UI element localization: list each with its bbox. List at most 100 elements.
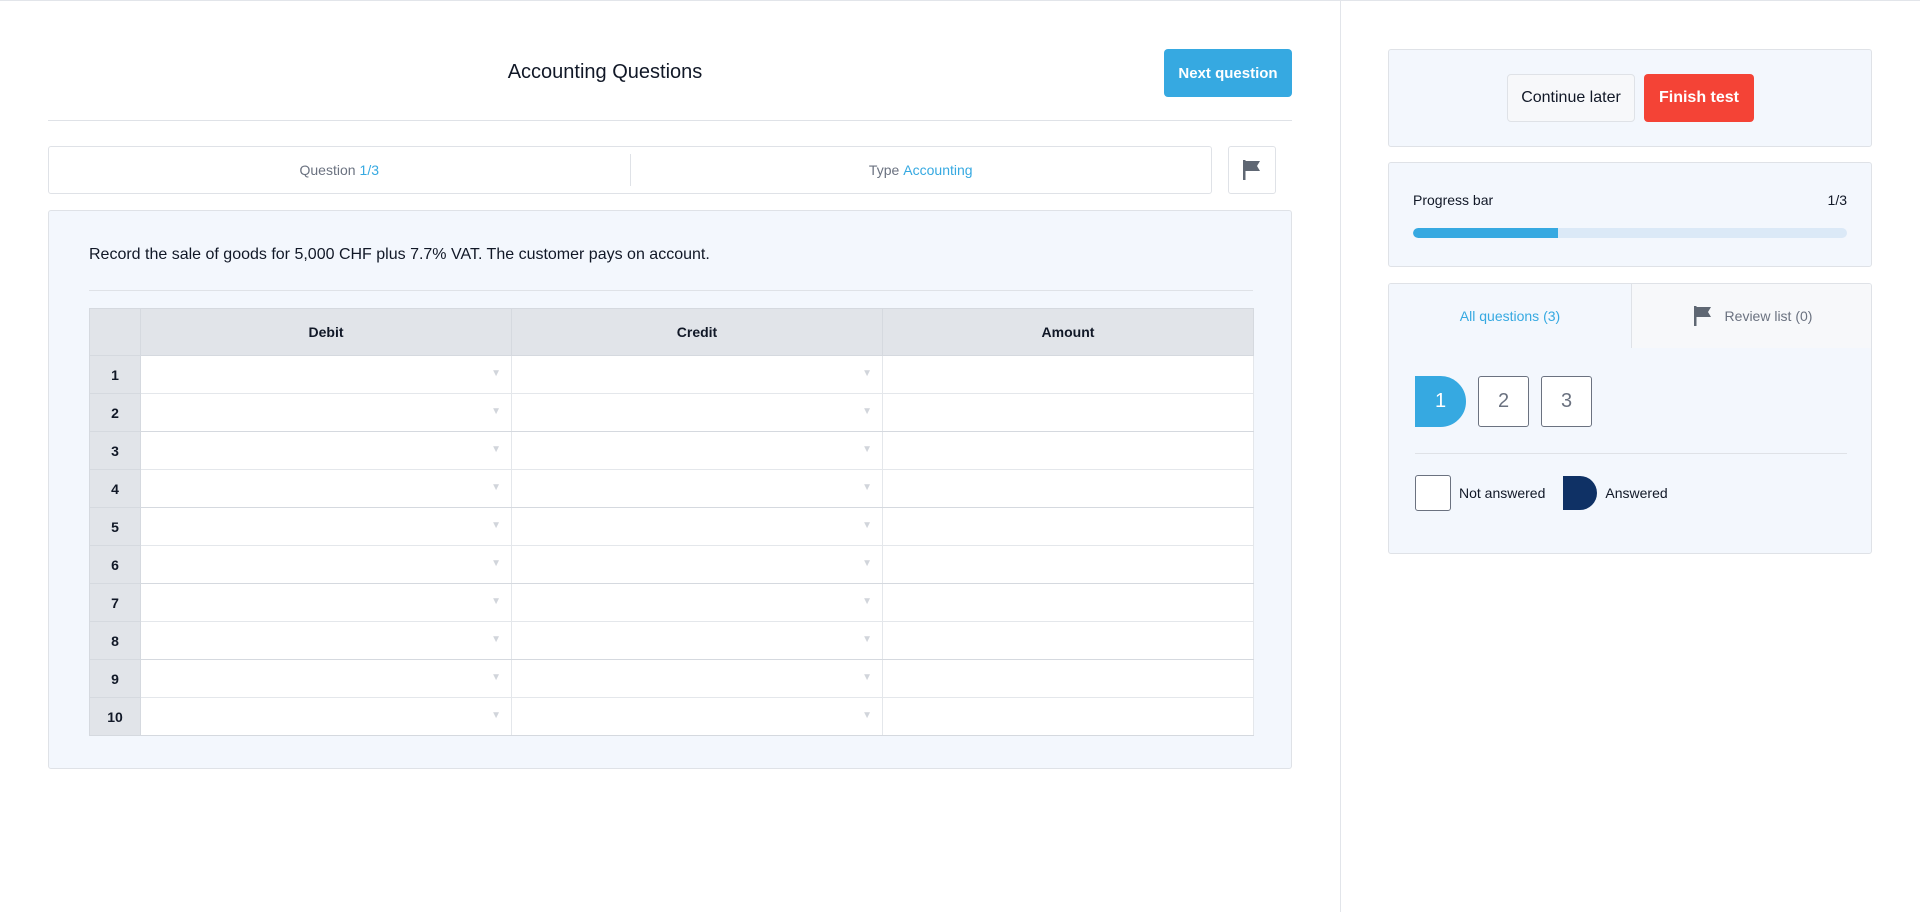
row-number: 8 xyxy=(89,621,141,660)
credit-select[interactable]: ▼ xyxy=(511,393,883,432)
row-number: 10 xyxy=(89,697,141,736)
table-row: 3 ▼ ▼ xyxy=(89,431,1254,470)
table-row: 8 ▼ ▼ xyxy=(89,621,1254,660)
chevron-down-icon: ▼ xyxy=(862,634,872,645)
row-number: 3 xyxy=(89,431,141,470)
amount-input[interactable] xyxy=(882,583,1254,622)
flag-icon xyxy=(1693,305,1713,327)
debit-select[interactable]: ▼ xyxy=(140,545,512,584)
row-number: 4 xyxy=(89,469,141,508)
table-row: 7 ▼ ▼ xyxy=(89,583,1254,622)
chevron-down-icon: ▼ xyxy=(862,368,872,379)
credit-select[interactable]: ▼ xyxy=(511,621,883,660)
credit-select[interactable]: ▼ xyxy=(511,507,883,546)
debit-select[interactable]: ▼ xyxy=(140,583,512,622)
journal-entry-table: Debit Credit Amount 1 ▼ ▼ 2 ▼ ▼ 3 ▼ ▼ 4 … xyxy=(89,308,1254,736)
chevron-down-icon: ▼ xyxy=(491,710,501,721)
type-label: Type xyxy=(868,162,900,178)
debit-select[interactable]: ▼ xyxy=(140,355,512,394)
chevron-down-icon: ▼ xyxy=(862,596,872,607)
flag-question-button[interactable] xyxy=(1228,146,1276,194)
progress-label: Progress bar xyxy=(1413,192,1494,208)
debit-select[interactable]: ▼ xyxy=(140,469,512,508)
amount-input[interactable] xyxy=(882,507,1254,546)
type-value: Accounting xyxy=(903,162,973,178)
column-header-credit: Credit xyxy=(511,308,883,356)
sidebar: Continue later Finish test Progress bar … xyxy=(1388,0,1872,912)
status-legend: Not answered Answered xyxy=(1415,475,1668,511)
progress-count: 1/3 xyxy=(1827,192,1847,208)
debit-select[interactable]: ▼ xyxy=(140,431,512,470)
page-title: Accounting Questions xyxy=(507,61,703,83)
chevron-down-icon: ▼ xyxy=(491,406,501,417)
credit-select[interactable]: ▼ xyxy=(511,697,883,736)
question-nav-item-2[interactable]: 2 xyxy=(1478,376,1529,427)
question-panel: Record the sale of goods for 5,000 CHF p… xyxy=(48,210,1292,769)
amount-input[interactable] xyxy=(882,621,1254,660)
question-label: Question xyxy=(299,162,356,178)
progress-panel: Progress bar 1/3 xyxy=(1388,162,1872,267)
row-number: 6 xyxy=(89,545,141,584)
main-content: Accounting Questions Next question Quest… xyxy=(48,0,1292,912)
test-actions-panel: Continue later Finish test xyxy=(1388,49,1872,147)
chevron-down-icon: ▼ xyxy=(862,672,872,683)
debit-select[interactable]: ▼ xyxy=(140,697,512,736)
question-navigator-panel: All questions (3) Review list (0) 1 2 3 … xyxy=(1388,283,1872,554)
navigator-divider xyxy=(1415,453,1847,454)
question-number-list: 1 2 3 xyxy=(1415,376,1592,427)
amount-input[interactable] xyxy=(882,393,1254,432)
sidebar-divider xyxy=(1340,0,1341,912)
credit-select[interactable]: ▼ xyxy=(511,355,883,394)
amount-input[interactable] xyxy=(882,659,1254,698)
tab-review-list-label: Review list (0) xyxy=(1724,308,1813,324)
amount-input[interactable] xyxy=(882,355,1254,394)
chevron-down-icon: ▼ xyxy=(491,520,501,531)
chevron-down-icon: ▼ xyxy=(491,634,501,645)
row-number: 1 xyxy=(89,355,141,394)
question-type: Type Accounting xyxy=(631,147,1212,193)
next-question-button[interactable]: Next question xyxy=(1164,49,1292,97)
amount-input[interactable] xyxy=(882,431,1254,470)
row-number-header xyxy=(89,308,141,356)
column-header-debit: Debit xyxy=(140,308,512,356)
amount-input[interactable] xyxy=(882,545,1254,584)
tab-all-questions[interactable]: All questions (3) xyxy=(1389,284,1631,348)
row-number: 9 xyxy=(89,659,141,698)
credit-select[interactable]: ▼ xyxy=(511,583,883,622)
chevron-down-icon: ▼ xyxy=(862,520,872,531)
table-row: 5 ▼ ▼ xyxy=(89,507,1254,546)
progress-bar-fill xyxy=(1413,228,1558,238)
question-info-bar: Question 1/3 Type Accounting xyxy=(48,146,1212,194)
chevron-down-icon: ▼ xyxy=(862,406,872,417)
row-number: 5 xyxy=(89,507,141,546)
navigator-tabs: All questions (3) Review list (0) xyxy=(1389,284,1871,348)
chevron-down-icon: ▼ xyxy=(491,596,501,607)
debit-select[interactable]: ▼ xyxy=(140,507,512,546)
table-row: 9 ▼ ▼ xyxy=(89,659,1254,698)
debit-select[interactable]: ▼ xyxy=(140,393,512,432)
row-number: 2 xyxy=(89,393,141,432)
header: Accounting Questions Next question xyxy=(48,49,1292,121)
question-nav-item-1[interactable]: 1 xyxy=(1415,376,1466,427)
table-row: 10 ▼ ▼ xyxy=(89,697,1254,736)
column-header-amount: Amount xyxy=(882,308,1254,356)
debit-select[interactable]: ▼ xyxy=(140,659,512,698)
finish-test-button[interactable]: Finish test xyxy=(1644,74,1754,122)
debit-select[interactable]: ▼ xyxy=(140,621,512,660)
table-row: 6 ▼ ▼ xyxy=(89,545,1254,584)
credit-select[interactable]: ▼ xyxy=(511,431,883,470)
chevron-down-icon: ▼ xyxy=(862,444,872,455)
amount-input[interactable] xyxy=(882,697,1254,736)
credit-select[interactable]: ▼ xyxy=(511,469,883,508)
chevron-down-icon: ▼ xyxy=(862,558,872,569)
question-nav-item-3[interactable]: 3 xyxy=(1541,376,1592,427)
not-answered-label: Not answered xyxy=(1459,485,1546,501)
progress-bar xyxy=(1413,228,1847,238)
tab-review-list[interactable]: Review list (0) xyxy=(1631,284,1871,348)
question-text: Record the sale of goods for 5,000 CHF p… xyxy=(89,246,710,263)
chevron-down-icon: ▼ xyxy=(491,482,501,493)
credit-select[interactable]: ▼ xyxy=(511,545,883,584)
credit-select[interactable]: ▼ xyxy=(511,659,883,698)
amount-input[interactable] xyxy=(882,469,1254,508)
continue-later-button[interactable]: Continue later xyxy=(1507,74,1635,122)
